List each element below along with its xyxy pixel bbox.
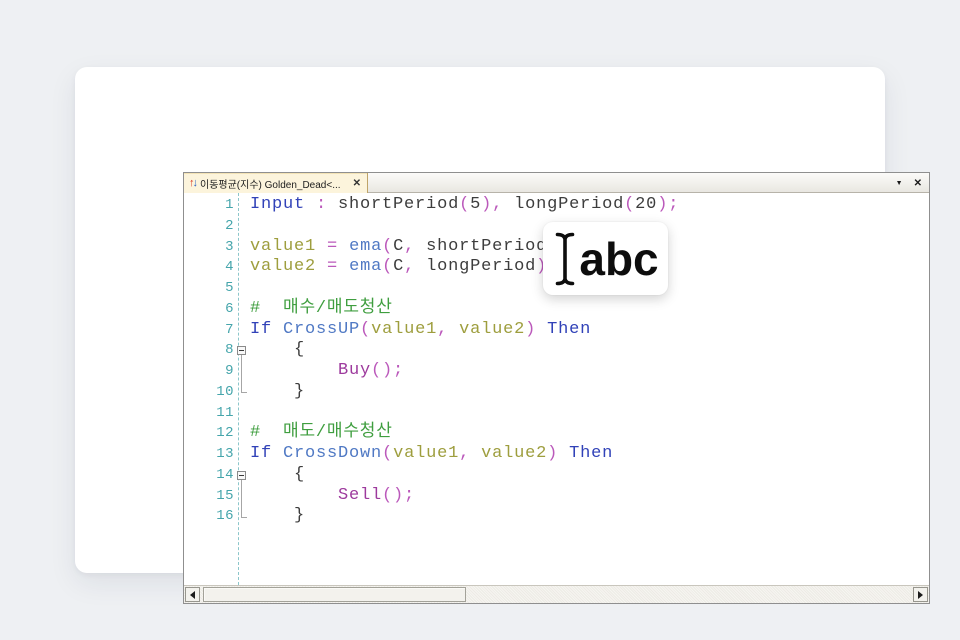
window-close-icon[interactable]: ✕ [914, 178, 922, 189]
scroll-right-button[interactable] [913, 587, 928, 602]
content-card: ↑↓ 이동평균(지수) Golden_Dead<... ✕ ▼ ✕ 1Input… [75, 67, 885, 573]
fold-guide-line [241, 355, 242, 392]
scroll-left-icon [190, 591, 195, 599]
fold-minus-icon [239, 350, 244, 351]
badge-label: abc [579, 236, 658, 282]
fold-toggle[interactable] [237, 471, 246, 480]
fold-guide-end [241, 517, 247, 518]
tab-title: 이동평균(지수) Golden_Dead<... [200, 176, 345, 191]
fold-toggle[interactable] [237, 346, 246, 355]
text-cursor-icon [552, 231, 578, 287]
scroll-left-button[interactable] [185, 587, 200, 602]
updown-arrows-icon: ↑↓ [189, 178, 196, 189]
scrollbar-thumb[interactable] [203, 587, 466, 602]
window-controls: ▼ ✕ [896, 173, 922, 193]
text-cursor-badge: abc [543, 222, 668, 295]
fold-guide-end [241, 392, 247, 393]
fold-guide-line [241, 480, 242, 517]
tab-bar: ↑↓ 이동평균(지수) Golden_Dead<... ✕ ▼ ✕ [184, 173, 929, 193]
horizontal-scrollbar[interactable] [184, 585, 929, 603]
tab-script[interactable]: ↑↓ 이동평균(지수) Golden_Dead<... ✕ [184, 173, 368, 193]
fold-minus-icon [239, 475, 244, 476]
tab-list-dropdown-icon[interactable]: ▼ [896, 180, 903, 187]
tab-close-icon[interactable]: ✕ [353, 178, 361, 189]
scroll-right-icon [918, 591, 923, 599]
